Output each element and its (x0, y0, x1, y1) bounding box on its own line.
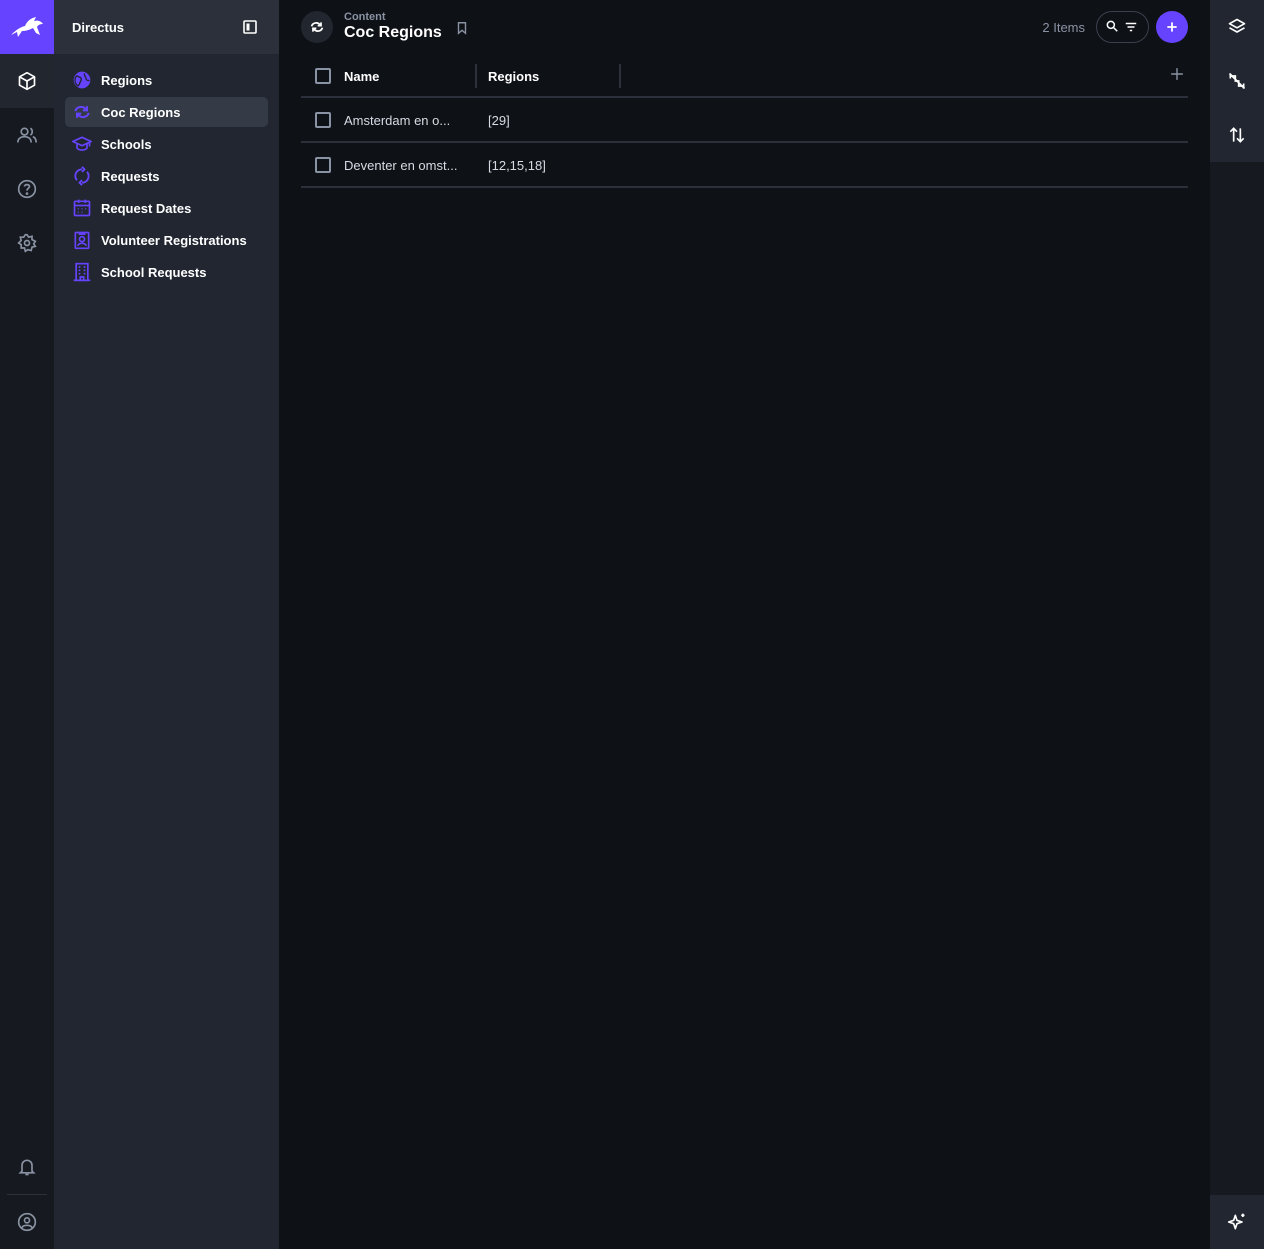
create-item-button[interactable] (1156, 11, 1188, 43)
help-module-button[interactable] (0, 162, 54, 216)
flow-off-icon (1228, 72, 1246, 90)
cell-name: Amsterdam en o... (344, 113, 451, 128)
table-row[interactable]: Amsterdam en o... [29] (301, 98, 1188, 143)
nav-item-volunteer-registrations[interactable]: Volunteer Registrations (65, 225, 268, 255)
table-row[interactable]: Deventer en omst... [12,15,18] (301, 143, 1188, 188)
sync-icon (310, 22, 324, 32)
bookmark-icon[interactable] (455, 21, 469, 35)
column-resize-handle[interactable] (619, 64, 621, 88)
main-content: Content Coc Regions 2 Items Name Regions… (279, 0, 1210, 1249)
row-checkbox[interactable] (315, 157, 331, 173)
cell-regions: [12,15,18] (488, 158, 546, 173)
nav-item-regions[interactable]: Regions (65, 65, 268, 95)
nav-item-school-requests[interactable]: School Requests (65, 257, 268, 287)
row-checkbox[interactable] (315, 112, 331, 128)
project-name: Directus (72, 20, 125, 35)
bell-icon (18, 1159, 36, 1176)
ai-assistant-button[interactable] (1210, 1195, 1264, 1249)
nav-item-label: Coc Regions (101, 105, 181, 120)
search-filter-toggle[interactable] (1096, 11, 1149, 43)
filter-icon[interactable] (1124, 20, 1138, 34)
search-icon[interactable] (1105, 19, 1119, 33)
school-icon (72, 136, 92, 151)
flows-button[interactable] (1210, 54, 1264, 108)
page-title: Coc Regions (344, 24, 442, 41)
sidebar-actions (1210, 0, 1264, 162)
nav-item-request-dates[interactable]: Request Dates (65, 193, 268, 223)
right-sidebar (1210, 0, 1264, 1249)
nav-item-label: School Requests (101, 265, 207, 280)
cell-name: Deventer en omst... (344, 158, 458, 173)
items-count: 2 Items (1042, 20, 1085, 35)
nav-item-label: Schools (101, 137, 152, 152)
navigation-panel: Directus Regions Coc Regions Schools Req… (54, 0, 279, 1249)
plus-icon (1167, 22, 1177, 32)
user-profile-button[interactable] (0, 1195, 54, 1249)
project-header: Directus (54, 0, 279, 54)
users-icon (17, 127, 37, 143)
nav-item-requests[interactable]: Requests (65, 161, 268, 191)
nav-item-coc-regions[interactable]: Coc Regions (65, 97, 268, 127)
collection-icon-button[interactable] (301, 11, 333, 43)
sparkle-icon (1227, 1213, 1245, 1230)
cube-icon (18, 71, 36, 91)
directus-logo-icon[interactable] (0, 0, 54, 54)
notifications-button[interactable] (0, 1140, 54, 1194)
sync-icon (74, 105, 90, 119)
import-export-icon (1229, 127, 1245, 143)
badge-icon (74, 231, 90, 250)
calendar-icon (73, 199, 91, 217)
nav-item-label: Regions (101, 73, 153, 88)
cell-regions: [29] (488, 113, 510, 128)
gear-icon (17, 233, 37, 253)
help-icon (17, 179, 37, 199)
column-resize-handle[interactable] (475, 64, 477, 88)
column-header-name[interactable]: Name (344, 69, 379, 84)
import-export-button[interactable] (1210, 108, 1264, 162)
users-module-button[interactable] (0, 108, 54, 162)
select-all-checkbox[interactable] (315, 68, 331, 84)
nav-item-schools[interactable]: Schools (65, 129, 268, 159)
breadcrumb[interactable]: Content (344, 11, 386, 23)
content-module-button[interactable] (0, 54, 54, 108)
refresh-icon (74, 166, 90, 186)
add-field-icon[interactable] (1170, 67, 1184, 81)
items-table: Name Regions Amsterdam en o... [29] Deve… (301, 54, 1188, 188)
nav-item-label: Request Dates (101, 201, 192, 216)
sidebar-collapse-icon[interactable] (242, 19, 258, 35)
account-icon (17, 1212, 37, 1232)
layers-icon (1228, 18, 1246, 33)
nav-item-label: Volunteer Registrations (101, 233, 247, 248)
column-header-regions[interactable]: Regions (488, 69, 539, 84)
globe-icon (73, 71, 91, 89)
settings-module-button[interactable] (0, 216, 54, 270)
building-icon (73, 262, 91, 282)
layout-options-button[interactable] (1210, 0, 1264, 54)
table-header: Name Regions (301, 54, 1188, 98)
nav-item-label: Requests (101, 169, 160, 184)
module-bar (0, 0, 54, 1249)
